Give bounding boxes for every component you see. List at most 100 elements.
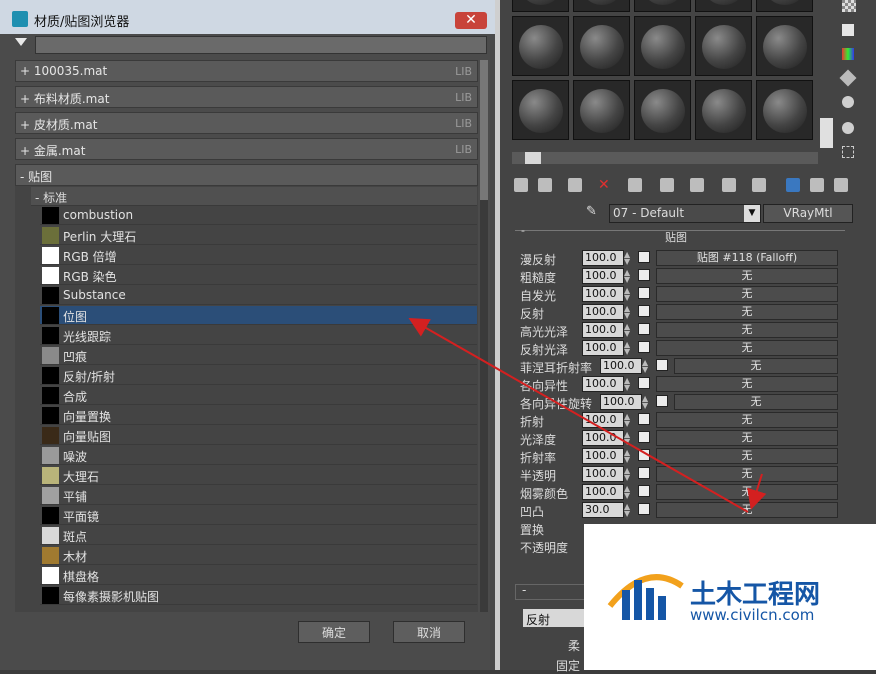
background-icon[interactable] [842, 0, 856, 12]
sample-slot[interactable] [512, 0, 569, 12]
sample-slot[interactable] [512, 80, 569, 140]
sample-slot[interactable] [634, 16, 691, 76]
material-id-icon[interactable] [722, 178, 736, 192]
library-category[interactable]: + 100035.mat LIB [15, 60, 478, 82]
slot-vertical-scrollbar[interactable] [820, 118, 833, 148]
map-list-item[interactable]: 合成 [40, 386, 477, 405]
map-button[interactable]: 无 [656, 412, 838, 428]
map-button[interactable]: 无 [656, 322, 838, 338]
color-check-icon[interactable] [842, 48, 854, 60]
cancel-button[interactable]: 取消 [393, 621, 465, 643]
map-list-item[interactable]: 木材 [40, 546, 477, 565]
scrollbar-thumb[interactable] [480, 60, 488, 200]
map-enabled-checkbox[interactable] [638, 269, 650, 281]
map-list-item[interactable]: 斑点 [40, 526, 477, 545]
spinner-arrows-icon[interactable]: ▲ ▼ [624, 485, 632, 500]
sample-slot[interactable] [695, 16, 752, 76]
amount-spinner[interactable]: 100.0 [600, 394, 642, 410]
amount-spinner[interactable]: 100.0 [582, 466, 624, 482]
amount-spinner[interactable]: 100.0 [582, 448, 624, 464]
spinner-arrows-icon[interactable]: ▲ ▼ [624, 341, 632, 356]
spinner-arrows-icon[interactable]: ▲ ▼ [642, 359, 650, 374]
amount-spinner[interactable]: 100.0 [582, 340, 624, 356]
sample-slot[interactable] [573, 16, 630, 76]
select-by-material-icon[interactable] [842, 122, 854, 134]
library-category[interactable]: + 金属.mat LIB [15, 138, 478, 160]
amount-spinner[interactable]: 100.0 [582, 430, 624, 446]
map-list-item[interactable]: 平铺 [40, 486, 477, 505]
spinner-arrows-icon[interactable]: ▲ ▼ [624, 269, 632, 284]
map-button[interactable]: 无 [656, 502, 838, 518]
map-button[interactable]: 无 [656, 304, 838, 320]
map-enabled-checkbox[interactable] [638, 449, 650, 461]
sample-slot[interactable] [512, 16, 569, 76]
map-list-item[interactable]: combustion [40, 206, 477, 225]
sample-slot[interactable] [756, 0, 813, 12]
map-button[interactable]: 无 [656, 430, 838, 446]
spinner-arrows-icon[interactable]: ▲ ▼ [624, 377, 632, 392]
map-list-item[interactable]: RGB 倍增 [40, 246, 477, 265]
material-name-field[interactable]: 07 - Default ▼ [609, 204, 761, 223]
map-enabled-checkbox[interactable] [638, 377, 650, 389]
map-list-item[interactable]: 向量贴图 [40, 426, 477, 445]
map-list-item[interactable]: 光线跟踪 [40, 326, 477, 345]
spinner-arrows-icon[interactable]: ▲ ▼ [624, 449, 632, 464]
map-enabled-checkbox[interactable] [638, 251, 650, 263]
amount-spinner[interactable]: 100.0 [582, 484, 624, 500]
lower-rollout-header[interactable]: - [515, 583, 587, 600]
slot-scroll-thumb[interactable] [525, 152, 541, 164]
amount-spinner[interactable]: 100.0 [582, 286, 624, 302]
map-button[interactable]: 无 [656, 340, 838, 356]
map-list-item[interactable]: 凹痕 [40, 346, 477, 365]
map-list-item[interactable]: 向量置换 [40, 406, 477, 425]
map-button[interactable]: 无 [656, 484, 838, 500]
spinner-arrows-icon[interactable]: ▲ ▼ [624, 503, 632, 518]
spinner-arrows-icon[interactable]: ▲ ▼ [642, 395, 650, 410]
standard-subgroup-header[interactable]: - 标准 [31, 187, 477, 206]
map-list-item[interactable]: 每像素摄影机贴图 [40, 586, 477, 605]
map-enabled-checkbox[interactable] [638, 413, 650, 425]
sample-type-icon[interactable] [842, 24, 854, 36]
eyedropper-icon[interactable]: ✎ [586, 204, 600, 220]
reflect-dropdown[interactable]: 反射 [523, 609, 585, 627]
amount-spinner[interactable]: 100.0 [582, 250, 624, 266]
put-to-scene-icon[interactable] [538, 178, 552, 192]
map-list-item[interactable]: 噪波 [40, 446, 477, 465]
maps-rollout-header[interactable]: - 贴图 [515, 224, 845, 244]
map-enabled-checkbox[interactable] [638, 431, 650, 443]
map-list-item[interactable]: 棋盘格 [40, 566, 477, 585]
map-enabled-checkbox[interactable] [638, 341, 650, 353]
put-to-library-icon[interactable] [690, 178, 704, 192]
library-category[interactable]: + 皮材质.mat LIB [15, 112, 478, 134]
map-list-item[interactable]: 大理石 [40, 466, 477, 485]
spinner-arrows-icon[interactable]: ▲ ▼ [624, 413, 632, 428]
map-enabled-checkbox[interactable] [638, 467, 650, 479]
amount-spinner[interactable]: 100.0 [582, 268, 624, 284]
amount-spinner[interactable]: 100.0 [582, 376, 624, 392]
spinner-arrows-icon[interactable]: ▲ ▼ [624, 251, 632, 266]
close-button[interactable]: ✕ [455, 12, 487, 29]
slot-horizontal-scrollbar[interactable] [512, 152, 818, 164]
sample-slot[interactable] [573, 0, 630, 12]
spinner-arrows-icon[interactable]: ▲ ▼ [624, 305, 632, 320]
sample-slot[interactable] [634, 0, 691, 12]
amount-spinner[interactable]: 30.0 [582, 502, 624, 518]
go-forward-icon[interactable] [834, 178, 848, 192]
sample-slot[interactable] [695, 0, 752, 12]
amount-spinner[interactable]: 100.0 [600, 358, 642, 374]
map-enabled-checkbox[interactable] [656, 395, 668, 407]
amount-spinner[interactable]: 100.0 [582, 412, 624, 428]
map-button[interactable]: 无 [656, 376, 838, 392]
map-button[interactable]: 无 [656, 448, 838, 464]
assign-material-icon[interactable] [568, 178, 582, 192]
ok-button[interactable]: 确定 [298, 621, 370, 643]
spinner-arrows-icon[interactable]: ▲ ▼ [624, 287, 632, 302]
map-enabled-checkbox[interactable] [656, 359, 668, 371]
map-list-item[interactable]: Substance [40, 286, 477, 305]
options-dropdown-icon[interactable] [15, 38, 27, 46]
map-list-item[interactable]: 位图 [40, 306, 477, 325]
show-end-result-icon[interactable] [786, 178, 800, 192]
material-type-button[interactable]: VRayMtl [763, 204, 853, 223]
map-button[interactable]: 无 [656, 286, 838, 302]
map-enabled-checkbox[interactable] [638, 287, 650, 299]
